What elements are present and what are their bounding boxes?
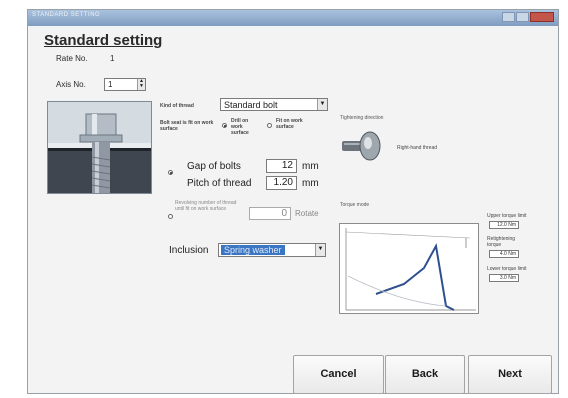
page-title: Standard setting <box>44 32 163 49</box>
fit-option-label: Fit on work surface <box>276 118 303 130</box>
thread-kind-label: Kind of thread <box>160 103 194 109</box>
revolving-field[interactable]: 0 <box>249 207 291 220</box>
thread-kind-select[interactable]: Standard bolt ▼ <box>220 98 328 111</box>
revolving-label: Revolving number of thread until fit on … <box>175 200 237 212</box>
torque-mode-label: Torque mode <box>340 202 370 208</box>
torque-graph <box>339 223 479 314</box>
gap-field[interactable]: 12 <box>266 159 297 173</box>
tightening-icon <box>342 128 383 164</box>
chevron-down-icon[interactable]: ▼ <box>317 99 327 110</box>
pitch-unit: mm <box>302 178 319 189</box>
gap-pitch-radio[interactable] <box>168 170 173 175</box>
upper-torque-field[interactable]: 12.0 Nm <box>489 221 519 229</box>
axis-label: Axis No. <box>56 80 86 89</box>
torque-curve-icon <box>345 228 476 311</box>
pitch-field[interactable]: 1.20 <box>266 176 297 190</box>
pitch-label: Pitch of thread <box>187 178 252 189</box>
inclusion-label: Inclusion <box>169 245 209 256</box>
lower-torque-label: Lower torque limit <box>487 266 527 272</box>
lower-torque-field[interactable]: 3.0 Nm <box>489 274 519 282</box>
retightening-torque-label: Retightening torque <box>487 236 516 248</box>
revolving-radio[interactable] <box>168 214 173 219</box>
close-button[interactable] <box>530 12 554 22</box>
inclusion-value: Spring washer <box>221 245 285 255</box>
tightening-label: Tightening direction <box>340 115 384 121</box>
drill-option-label: Drill on work surface <box>231 118 249 136</box>
revolving-unit: Rotate <box>295 209 319 218</box>
cancel-button[interactable]: Cancel <box>293 355 384 394</box>
bolt-illustration-icon <box>48 102 151 193</box>
chevron-down-icon[interactable]: ▼ <box>315 244 325 256</box>
inclusion-select[interactable]: Spring washer ▼ <box>218 243 326 257</box>
next-button[interactable]: Next <box>468 355 552 394</box>
standard-setting-window: STANDARD SETTING Standard setting Rate N… <box>27 9 559 394</box>
rate-label: Rate No. <box>56 54 88 63</box>
back-button[interactable]: Back <box>385 355 465 394</box>
gap-label: Gap of bolts <box>187 161 241 172</box>
minimize-button[interactable] <box>502 12 515 22</box>
axis-number-stepper[interactable]: 1 ▲ ▼ <box>104 78 146 91</box>
maximize-button[interactable] <box>516 12 529 22</box>
tightening-value: Right-hand thread <box>397 145 438 151</box>
fit-radio[interactable] <box>267 123 272 128</box>
bolt-seat-option-label: Bolt seat is fit on work surface <box>160 120 214 132</box>
axis-number-value: 1 <box>108 80 113 89</box>
gap-unit: mm <box>302 161 319 172</box>
stepper-arrows-icon[interactable]: ▲ ▼ <box>137 79 145 90</box>
rate-value: 1 <box>110 54 115 63</box>
drill-radio[interactable] <box>222 123 227 128</box>
right-hand-thread-icon <box>342 131 381 161</box>
window-controls <box>502 12 554 23</box>
thread-kind-value: Standard bolt <box>224 100 278 110</box>
title-bar: STANDARD SETTING <box>28 10 558 26</box>
window-title: STANDARD SETTING <box>32 12 101 18</box>
upper-torque-label: Upper torque limit <box>487 213 527 219</box>
bolt-image <box>47 101 152 194</box>
retightening-torque-field[interactable]: 4.0 Nm <box>489 250 519 258</box>
